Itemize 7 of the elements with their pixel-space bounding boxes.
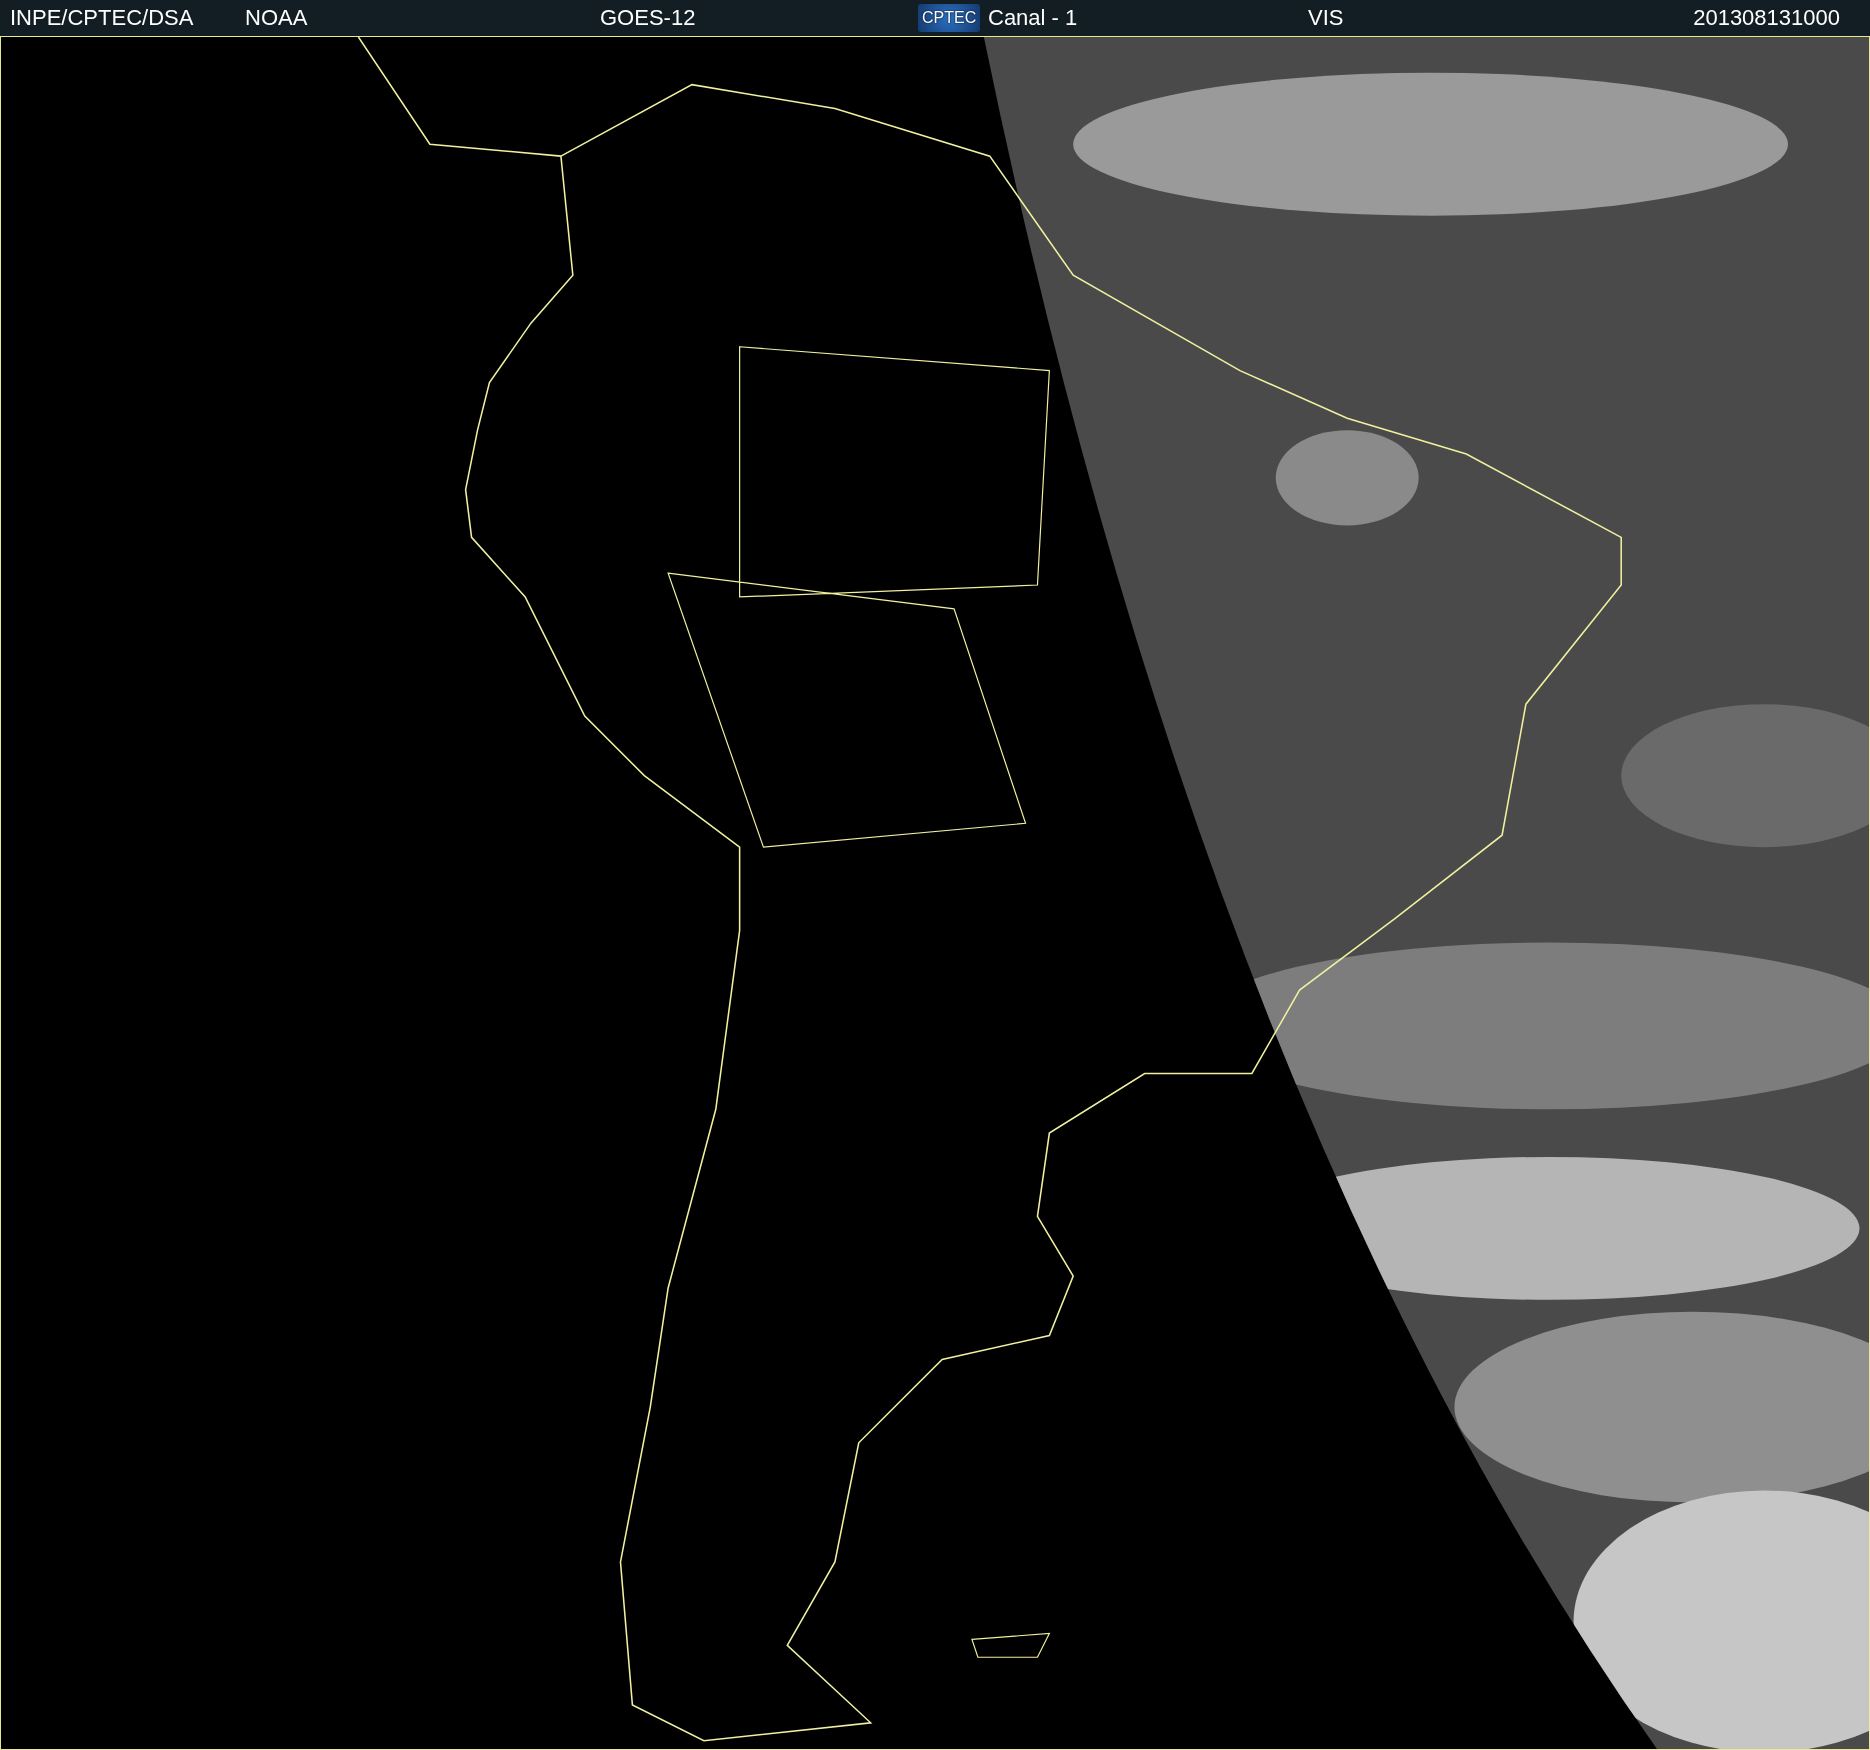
agency-label: NOAA (245, 5, 309, 31)
channel-label: Canal - 1 (988, 5, 1079, 31)
satellite-label: GOES-12 (600, 5, 697, 31)
timestamp-label: 201308131000 (1693, 5, 1841, 31)
band-label: VIS (1308, 5, 1345, 31)
logo: CPTEC (918, 4, 981, 32)
source-label: INPE/CPTEC/DSA (9, 5, 195, 31)
